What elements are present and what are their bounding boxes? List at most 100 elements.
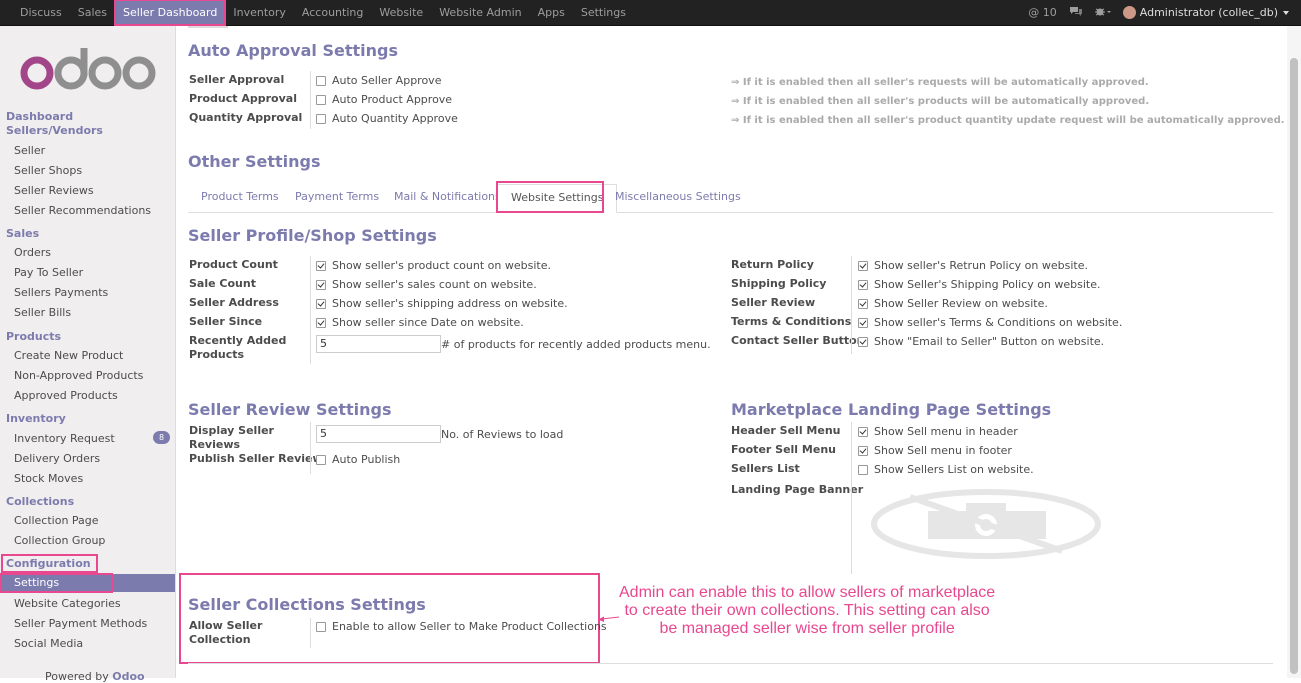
auto-publish-checkbox[interactable] [316,454,326,465]
sidebar-item-delivery-orders[interactable]: Delivery Orders [14,452,100,465]
sidebar-item-non-approved-products[interactable]: Non-Approved Products [14,369,143,382]
header-sell-menu-checkbox[interactable] [858,426,868,437]
allow-collection-field[interactable]: Enable to allow Seller to Make Product C… [316,620,607,633]
no-image-placeholder-icon[interactable] [870,489,1102,559]
sale-count-field[interactable]: Show seller's sales count on website. [316,278,537,291]
messages-counter[interactable]: @ 10 [1028,6,1057,19]
scrollbar-thumb[interactable] [1290,58,1298,674]
contact-seller-label: Contact Seller Button [731,334,865,347]
auto-quantity-approve-field[interactable]: Auto Quantity Approve [316,112,458,125]
sidebar-item-orders[interactable]: Orders [14,246,51,259]
auto-seller-approve-field[interactable]: Auto Seller Approve [316,74,441,87]
sidebar-section-products[interactable]: Products [6,330,61,343]
menu-apps[interactable]: Apps [530,0,573,25]
seller-address-field[interactable]: Show seller's shipping address on websit… [316,297,568,310]
contact-seller-field[interactable]: Show "Email to Seller" Button on website… [858,335,1104,348]
menu-accounting[interactable]: Accounting [294,0,371,25]
seller-review-checkbox[interactable] [858,298,868,309]
return-policy-text: Show seller's Retrun Policy on website. [874,259,1088,272]
menu-settings[interactable]: Settings [573,0,634,25]
sidebar-item-seller-reviews[interactable]: Seller Reviews [14,184,94,197]
powered-by-text: Powered by [45,670,109,683]
menu-seller-dashboard[interactable]: Seller Dashboard [114,0,227,26]
menu-inventory[interactable]: Inventory [225,0,294,25]
chat-icon[interactable] [1069,6,1083,20]
scrollbar[interactable] [1287,26,1301,678]
sidebar-item-collection-group[interactable]: Collection Group [14,534,105,547]
seller-since-checkbox[interactable] [316,317,326,328]
sidebar: Dashboard Sellers/Vendors Seller Seller … [0,26,176,683]
sellers-list-checkbox[interactable] [858,464,868,475]
menu-website[interactable]: Website [371,0,431,25]
footer-sell-menu-field[interactable]: Show Sell menu in footer [858,444,1012,457]
terms-conditions-checkbox[interactable] [858,317,868,328]
seller-review-field[interactable]: Show Seller Review on website. [858,297,1048,310]
product-count-checkbox[interactable] [316,260,326,271]
contact-seller-checkbox[interactable] [858,336,868,347]
sidebar-section-sellers[interactable]: Sellers/Vendors [6,124,103,137]
sidebar-item-pay-to-seller[interactable]: Pay To Seller [14,266,83,279]
auto-publish-field[interactable]: Auto Publish [316,453,400,466]
display-reviews-input[interactable]: 5 [316,425,441,443]
sidebar-item-stock-moves[interactable]: Stock Moves [14,472,83,485]
sidebar-item-seller-payment-methods[interactable]: Seller Payment Methods [14,617,147,630]
product-count-field[interactable]: Show seller's product count on website. [316,259,551,272]
odoo-logo[interactable] [20,48,156,90]
menu-sales[interactable]: Sales [70,0,115,25]
sidebar-item-inventory-request[interactable]: Inventory Request [14,432,115,445]
sidebar-item-seller-recommendations[interactable]: Seller Recommendations [14,204,151,217]
tab-payment-terms[interactable]: Payment Terms [282,184,392,211]
sidebar-item-approved-products[interactable]: Approved Products [14,389,118,402]
avatar [1122,6,1136,19]
auto-product-approve-field[interactable]: Auto Product Approve [316,93,452,106]
debug-icon[interactable] [1094,6,1111,20]
tab-product-terms[interactable]: Product Terms [188,184,292,211]
display-reviews-field: 5 No. of Reviews to load [316,425,563,443]
auto-quantity-approve-checkbox[interactable] [316,113,326,124]
user-menu[interactable]: Administrator (collec_db) [1122,6,1289,19]
powered-by-brand[interactable]: Odoo [112,670,144,683]
tab-mail-notifications[interactable]: Mail & Notifications [381,184,514,211]
sidebar-section-inventory[interactable]: Inventory [6,412,66,425]
sidebar-item-collection-page[interactable]: Collection Page [14,514,99,527]
auto-seller-approve-checkbox[interactable] [316,75,326,86]
sidebar-item-settings[interactable]: Settings [0,573,175,593]
seller-address-checkbox[interactable] [316,298,326,309]
sidebar-section-sales[interactable]: Sales [6,227,39,240]
terms-conditions-field[interactable]: Show seller's Terms & Conditions on webs… [858,316,1122,329]
sidebar-item-seller[interactable]: Seller [14,144,45,157]
sidebar-item-seller-shops[interactable]: Seller Shops [14,164,82,177]
header-sell-menu-field[interactable]: Show Sell menu in header [858,425,1018,438]
return-policy-checkbox[interactable] [858,260,868,271]
auto-product-approve-checkbox[interactable] [316,94,326,105]
header-sell-menu-label: Header Sell Menu [731,424,841,437]
menu-website-admin[interactable]: Website Admin [431,0,529,25]
shipping-policy-checkbox[interactable] [858,279,868,290]
sidebar-section-collections[interactable]: Collections [6,495,74,508]
sellers-list-field[interactable]: Show Sellers List on website. [858,463,1034,476]
seller-approval-note: ⇒ If it is enabled then all seller's req… [731,77,1149,88]
sidebar-section-configuration[interactable]: Configuration [1,554,98,573]
sale-count-checkbox[interactable] [316,279,326,290]
field-separator [310,71,311,129]
footer-sell-menu-checkbox[interactable] [858,445,868,456]
profile-settings-title: Seller Profile/Shop Settings [188,226,437,245]
annotation-line: Admin can enable this to allow sellers o… [619,584,996,601]
sidebar-item-create-product[interactable]: Create New Product [14,349,123,362]
recently-added-input[interactable]: 5 [316,335,441,353]
shipping-policy-field[interactable]: Show Seller's Shipping Policy on website… [858,278,1101,291]
field-separator [310,618,311,648]
tab-miscellaneous-settings[interactable]: Miscellaneous Settings [602,184,754,211]
review-settings-title: Seller Review Settings [188,400,392,419]
sidebar-item-seller-bills[interactable]: Seller Bills [14,306,71,319]
sidebar-item-sellers-payments[interactable]: Sellers Payments [14,286,108,299]
allow-collection-text: Enable to allow Seller to Make Product C… [332,620,607,633]
sidebar-dashboard[interactable]: Dashboard [6,110,73,123]
return-policy-field[interactable]: Show seller's Retrun Policy on website. [858,259,1088,272]
menu-discuss[interactable]: Discuss [12,0,70,25]
allow-collection-checkbox[interactable] [316,621,326,632]
sidebar-item-website-categories[interactable]: Website Categories [14,597,121,610]
seller-since-field[interactable]: Show seller since Date on website. [316,316,524,329]
sidebar-item-social-media[interactable]: Social Media [14,637,83,650]
collections-settings-title: Seller Collections Settings [188,595,426,614]
